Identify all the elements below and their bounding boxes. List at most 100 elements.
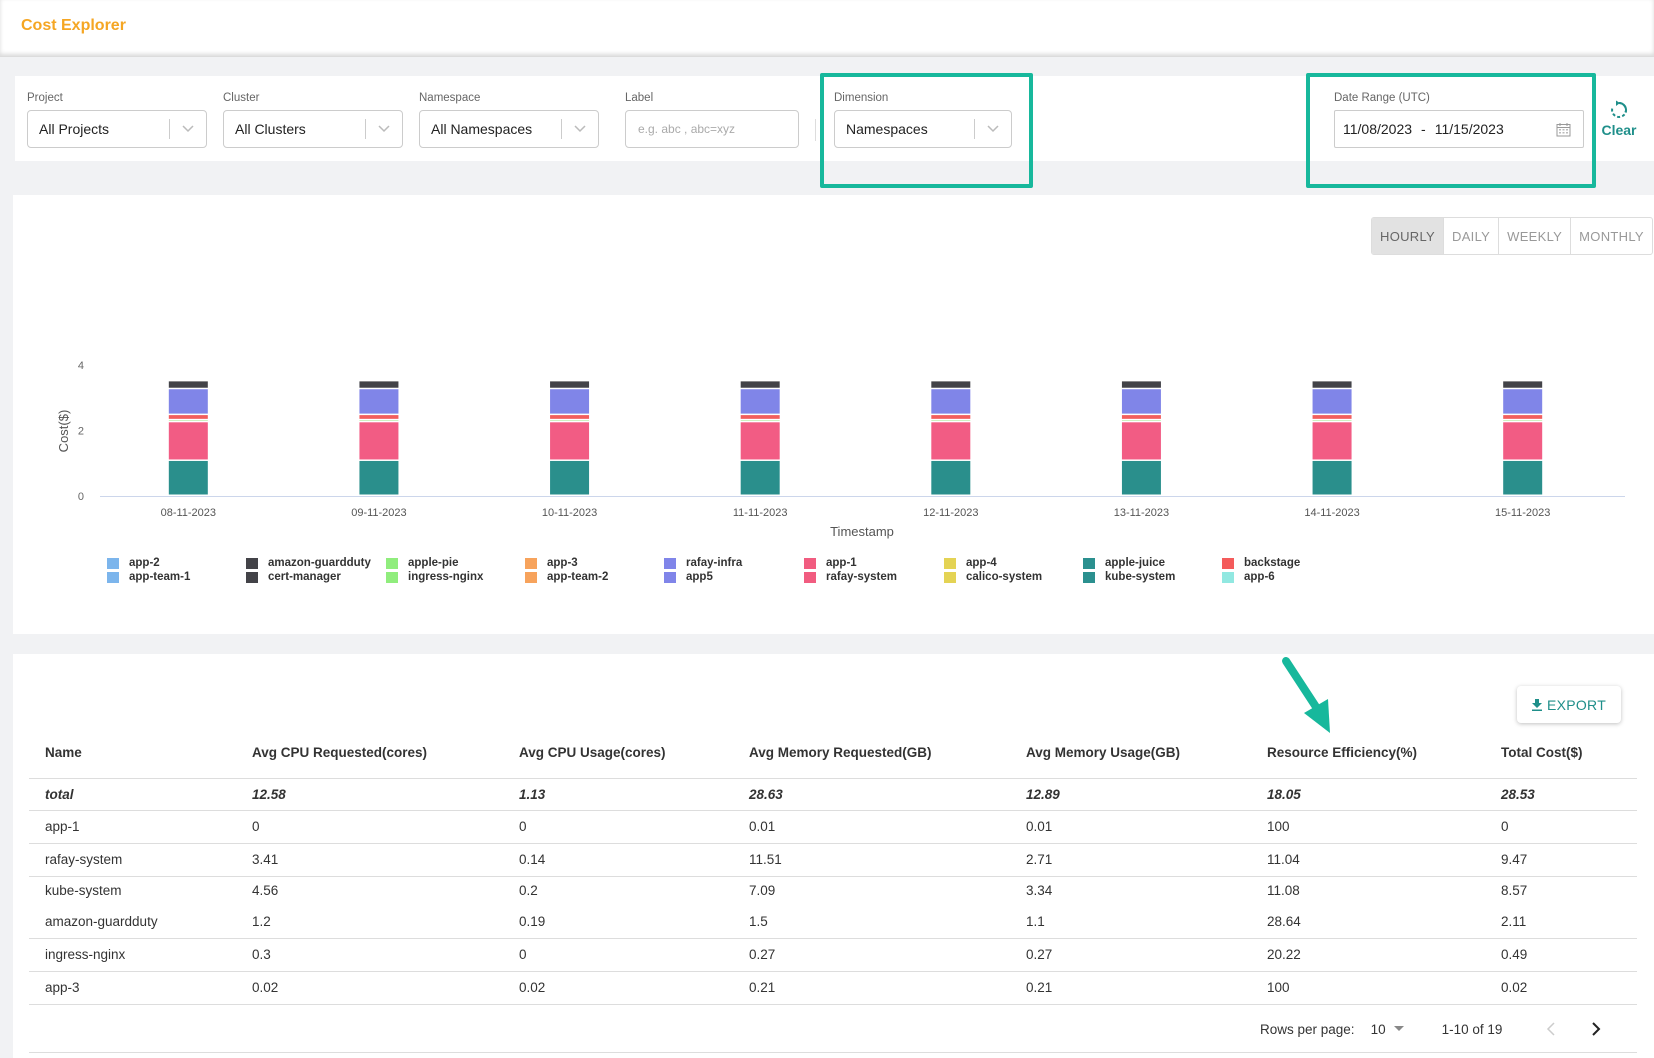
- bar-segment-rafay-system[interactable]: [550, 422, 590, 460]
- legend-item[interactable]: backstage: [1222, 556, 1300, 570]
- bar-segment-rafay-system[interactable]: [931, 422, 971, 460]
- bar-segment-app5[interactable]: [740, 389, 780, 414]
- legend-item[interactable]: apple-pie: [386, 556, 458, 570]
- bar-segment-backstage[interactable]: [1312, 415, 1352, 419]
- bar-segment-backstage[interactable]: [359, 415, 399, 419]
- bar-segment-backstage[interactable]: [1121, 415, 1161, 419]
- legend-item[interactable]: calico-system: [944, 570, 1042, 584]
- bar-segment-backstage[interactable]: [168, 415, 208, 419]
- date-range-label: Date Range (UTC): [1334, 92, 1430, 104]
- bar-segment-app5[interactable]: [1121, 389, 1161, 414]
- legend-item[interactable]: app-6: [1222, 570, 1275, 584]
- row-value-cell: 11.08: [1267, 883, 1300, 899]
- bar-segment-kube-system[interactable]: [550, 460, 590, 495]
- cluster-select[interactable]: All Clusters: [223, 110, 403, 148]
- bar-segment-amazon-guardduty[interactable]: [740, 381, 780, 388]
- column-header-cpu-requested[interactable]: Avg CPU Requested(cores): [236, 728, 503, 779]
- namespace-select-value: All Namespaces: [431, 121, 533, 137]
- next-page-button[interactable]: [1591, 1022, 1601, 1036]
- row-value-cell: 0.49: [1485, 938, 1637, 972]
- bar-segment-amazon-guardduty[interactable]: [550, 381, 590, 388]
- legend-item[interactable]: rafay-infra: [664, 556, 742, 570]
- bar-segment-app5[interactable]: [550, 389, 590, 414]
- bar-segment-backstage[interactable]: [550, 415, 590, 419]
- bar-segment-app5[interactable]: [1312, 389, 1352, 414]
- bar-segment-kube-system[interactable]: [1121, 460, 1161, 495]
- legend-swatch: [1222, 557, 1234, 569]
- column-header-name[interactable]: Name: [29, 728, 236, 779]
- bar-segment-kube-system[interactable]: [740, 460, 780, 495]
- bar-segment-amazon-guardduty[interactable]: [168, 381, 208, 388]
- calendar-icon[interactable]: [1556, 122, 1571, 137]
- row-value-cell: 11.04: [1251, 843, 1485, 877]
- legend-item[interactable]: rafay-system: [804, 570, 897, 584]
- bar-segment-backstage[interactable]: [931, 415, 971, 419]
- legend-item[interactable]: ingress-nginx: [386, 570, 483, 584]
- bar-segment-rafay-system[interactable]: [359, 422, 399, 460]
- legend-label: rafay-infra: [686, 557, 743, 569]
- legend-item[interactable]: app-4: [944, 556, 997, 570]
- bar-segment-backstage[interactable]: [740, 415, 780, 419]
- export-button[interactable]: EXPORT: [1517, 686, 1621, 723]
- bar-segment-kube-system[interactable]: [1503, 460, 1543, 495]
- bar-segment-kube-system[interactable]: [1312, 460, 1352, 495]
- bar-segment-kube-system[interactable]: [168, 460, 208, 495]
- legend-item[interactable]: apple-juice: [1083, 556, 1165, 570]
- label-input[interactable]: [625, 110, 799, 148]
- bar-segment-app5[interactable]: [1503, 389, 1543, 414]
- bar-segment-amazon-guardduty[interactable]: [1503, 381, 1543, 388]
- date-range-input[interactable]: 11/08/2023 - 11/15/2023: [1334, 110, 1584, 148]
- legend-item[interactable]: app-team-2: [525, 570, 608, 584]
- chevron-down-icon: [170, 125, 206, 133]
- namespace-select[interactable]: All Namespaces: [419, 110, 599, 148]
- legend-swatch: [525, 557, 537, 569]
- bar-segment-rafay-system[interactable]: [1121, 422, 1161, 460]
- date-range-separator: -: [1421, 121, 1426, 137]
- cluster-label: Cluster: [223, 92, 260, 104]
- bar-segment-amazon-guardduty[interactable]: [359, 381, 399, 388]
- bar-segment-rafay-system[interactable]: [1503, 422, 1543, 460]
- total-cell: 18.05: [1251, 778, 1485, 811]
- column-header-resource-efficiency[interactable]: Resource Efficiency(%): [1251, 728, 1485, 779]
- bar-segment-amazon-guardduty[interactable]: [931, 381, 971, 388]
- legend-swatch: [246, 571, 258, 583]
- column-header-total-cost[interactable]: Total Cost($): [1485, 728, 1637, 779]
- bar-segment-app5[interactable]: [931, 389, 971, 414]
- dimension-select[interactable]: Namespaces: [834, 110, 1012, 148]
- clear-label: Clear: [1601, 122, 1637, 138]
- bar-segment-rafay-system[interactable]: [740, 422, 780, 460]
- project-filter: Project All Projects: [27, 92, 207, 148]
- legend-item[interactable]: app-3: [525, 556, 578, 570]
- bar-segment-rafay-system[interactable]: [168, 422, 208, 460]
- bar-segment-amazon-guardduty[interactable]: [1312, 381, 1352, 388]
- bar-segment-backstage[interactable]: [1503, 415, 1543, 419]
- bar-segment-amazon-guardduty[interactable]: [1121, 381, 1161, 388]
- legend-item[interactable]: app-1: [804, 556, 857, 570]
- granularity-daily[interactable]: DAILY: [1443, 218, 1498, 254]
- legend-item[interactable]: app5: [664, 570, 713, 584]
- legend-item[interactable]: app-team-1: [107, 570, 190, 584]
- clear-button[interactable]: Clear: [1598, 100, 1640, 138]
- legend-item[interactable]: app-2: [107, 556, 160, 570]
- bar-segment-kube-system[interactable]: [931, 460, 971, 495]
- legend-item[interactable]: cert-manager: [246, 570, 341, 584]
- legend-item[interactable]: amazon-guardduty: [246, 556, 371, 570]
- legend-item[interactable]: kube-system: [1083, 570, 1175, 584]
- column-header-memory-usage[interactable]: Avg Memory Usage(GB): [1010, 728, 1251, 779]
- project-select[interactable]: All Projects: [27, 110, 207, 148]
- previous-page-button[interactable]: [1546, 1022, 1556, 1036]
- project-select-value: All Projects: [39, 121, 110, 137]
- row-name-cell: ingress-nginx: [29, 938, 236, 972]
- rows-per-page-select[interactable]: 10: [1371, 1022, 1404, 1037]
- bar-segment-app5[interactable]: [359, 389, 399, 414]
- table-row: app-3 0.02 0.02 0.21 0.21 100 0.02: [29, 971, 1637, 1005]
- granularity-hourly[interactable]: HOURLY: [1372, 218, 1444, 254]
- bar-segment-kube-system[interactable]: [359, 460, 399, 495]
- bar-segment-rafay-system[interactable]: [1312, 422, 1352, 460]
- column-header-cpu-usage[interactable]: Avg CPU Usage(cores): [503, 728, 733, 779]
- granularity-weekly[interactable]: WEEKLY: [1498, 218, 1570, 254]
- column-header-memory-requested[interactable]: Avg Memory Requested(GB): [733, 728, 1010, 779]
- bar-segment-app5[interactable]: [168, 389, 208, 414]
- table-header-row: Name Avg CPU Requested(cores) Avg CPU Us…: [29, 728, 1637, 779]
- granularity-monthly[interactable]: MONTHLY: [1570, 218, 1652, 254]
